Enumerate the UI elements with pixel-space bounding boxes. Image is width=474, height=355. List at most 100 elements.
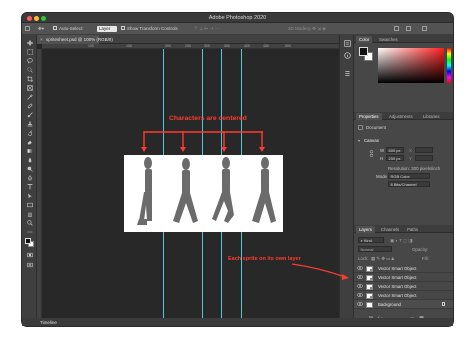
search-icon[interactable] xyxy=(394,26,399,31)
layer-row[interactable]: Vector Smart Object xyxy=(354,291,453,300)
auto-select-checkbox[interactable] xyxy=(53,26,57,30)
chevron-down-icon[interactable]: ▾ xyxy=(358,138,360,143)
marquee-tool-icon[interactable] xyxy=(26,48,33,55)
tab-adjustments[interactable]: Adjustments xyxy=(386,113,416,120)
zoom-tool-icon[interactable] xyxy=(26,219,33,226)
layer-row[interactable]: Vector Smart Object xyxy=(354,282,453,291)
lasso-tool-icon[interactable] xyxy=(26,57,33,64)
foreground-color-swatch[interactable] xyxy=(25,238,31,244)
share-icon[interactable] xyxy=(422,26,427,31)
workspace-icon[interactable] xyxy=(406,26,411,31)
pen-tool-icon[interactable] xyxy=(26,174,33,181)
fill-label: Fill: xyxy=(422,256,429,261)
annotation-arrows xyxy=(141,131,265,152)
layer-row[interactable]: Vector Smart Object xyxy=(354,264,453,273)
lock-icon[interactable] xyxy=(442,302,445,306)
height-label: H xyxy=(380,156,384,161)
canvas-width-input[interactable]: 600 px xyxy=(386,147,404,153)
tab-layers[interactable]: Layers xyxy=(356,226,375,233)
quick-select-tool-icon[interactable] xyxy=(26,66,33,73)
foreground-color-swatch[interactable] xyxy=(359,47,368,56)
eraser-tool-icon[interactable] xyxy=(26,138,33,145)
type-tool-icon[interactable] xyxy=(26,183,33,190)
layer-filter-icons[interactable]: ▣ ◐ T ▢ ◨ xyxy=(390,238,413,244)
canvas-section-title: Canvas xyxy=(364,138,379,143)
link-icon[interactable] xyxy=(369,150,374,157)
3d-mode-label: 3D Mode: xyxy=(288,26,308,31)
layer-name: Vector Smart Object xyxy=(378,293,417,299)
layer-row[interactable]: Vector Smart Object xyxy=(354,273,453,282)
rectangle-tool-icon[interactable] xyxy=(26,201,33,208)
layer-name: Vector Smart Object xyxy=(378,275,417,281)
timeline-tab[interactable]: Timeline xyxy=(40,320,57,325)
adjustments-panel-icon[interactable] xyxy=(344,70,351,77)
3d-mode-icons[interactable]: ◎ ✥ ⇲ ◈ xyxy=(307,26,326,32)
mode-label: Mode xyxy=(376,174,387,179)
quick-mask-icon[interactable] xyxy=(26,251,33,258)
document-area[interactable]: × spritesheet.psd @ 100% (RGB/8) 100 150… xyxy=(37,35,339,318)
dodge-tool-icon[interactable] xyxy=(26,165,33,172)
lock-icons[interactable]: ▦ ✎ ✥ ▭ 🔒︎ xyxy=(371,256,394,262)
title-bar: Adobe Photoshop 2020 xyxy=(22,13,453,23)
path-selection-tool-icon[interactable] xyxy=(26,192,33,199)
visibility-eye-icon[interactable] xyxy=(357,284,363,288)
history-panel-icon[interactable] xyxy=(344,40,351,47)
y-label: Y xyxy=(409,156,412,161)
auto-select-target-dropdown[interactable]: Layer xyxy=(97,25,117,32)
brush-tool-icon[interactable] xyxy=(26,111,33,118)
tab-color[interactable]: Color xyxy=(356,36,373,43)
info-panel-icon[interactable] xyxy=(344,52,351,59)
clone-stamp-tool-icon[interactable] xyxy=(26,120,33,127)
frame-tool-icon[interactable] xyxy=(26,84,33,91)
hand-tool-icon[interactable] xyxy=(26,210,33,217)
panel-icon-strip xyxy=(339,35,354,326)
hue-slider[interactable] xyxy=(447,48,451,83)
layer-row[interactable]: Background xyxy=(354,300,453,309)
layer-filter-kind-label: Kind xyxy=(363,238,372,243)
canvas-resolution: Resolution: 300 pixels/inch xyxy=(388,166,441,171)
canvas-y-input[interactable] xyxy=(415,155,433,161)
blend-mode-select[interactable]: Normal xyxy=(358,246,392,252)
x-label: X xyxy=(409,148,412,153)
tab-channels[interactable]: Channels xyxy=(378,226,402,233)
tab-libraries[interactable]: Libraries xyxy=(420,113,442,120)
move-tool-icon[interactable]: ✥▾ xyxy=(38,26,44,32)
opacity-label: Opacity: xyxy=(412,247,429,252)
layer-name: Vector Smart Object xyxy=(378,284,417,290)
gradient-tool-icon[interactable] xyxy=(26,147,33,154)
width-label: W xyxy=(380,148,385,153)
layer-filter-kind-select[interactable]: ⌕ Kind xyxy=(358,237,384,243)
show-transform-checkbox[interactable] xyxy=(121,26,125,30)
photoshop-window: Adobe Photoshop 2020 ✥▾ Auto-Select: Lay… xyxy=(22,13,453,326)
visibility-eye-icon[interactable] xyxy=(357,293,363,297)
tab-properties[interactable]: Properties xyxy=(356,113,382,120)
right-panels: Color Swatches Properties Adjustments Li… xyxy=(354,35,453,326)
home-icon[interactable] xyxy=(25,26,30,31)
bit-depth-select[interactable]: 8 Bits/Channel xyxy=(388,181,430,187)
healing-brush-tool-icon[interactable] xyxy=(26,102,33,109)
color-mode-select[interactable]: RGB Color xyxy=(388,173,430,179)
layer-thumbnail xyxy=(366,283,373,290)
layer-thumbnail xyxy=(366,274,373,281)
color-panel-tabs: Color Swatches xyxy=(354,35,453,43)
tools-panel xyxy=(22,35,37,326)
app-title: Adobe Photoshop 2020 xyxy=(208,14,267,21)
tab-paths[interactable]: Paths xyxy=(404,226,421,233)
layer-name: Vector Smart Object xyxy=(378,266,417,272)
move-tool-icon[interactable] xyxy=(26,39,33,46)
properties-panel-tabs: Properties Adjustments Libraries xyxy=(354,112,453,120)
tab-swatches[interactable]: Swatches xyxy=(376,36,401,43)
color-picker-field[interactable] xyxy=(378,48,444,83)
crop-tool-icon[interactable] xyxy=(26,75,33,82)
blur-tool-icon[interactable] xyxy=(26,156,33,163)
visibility-eye-icon[interactable] xyxy=(357,275,363,279)
visibility-eye-icon[interactable] xyxy=(357,266,363,270)
eyedropper-tool-icon[interactable] xyxy=(26,93,33,100)
canvas-height-input[interactable]: 200 px xyxy=(386,155,404,161)
history-brush-tool-icon[interactable] xyxy=(26,129,33,136)
visibility-eye-icon[interactable] xyxy=(357,302,363,306)
screen-mode-icon[interactable] xyxy=(26,261,33,268)
more-tools-icon[interactable] xyxy=(26,228,33,235)
align-icons[interactable]: ⊤ ⊥ ⊢ ⊣ ··· xyxy=(194,26,219,32)
canvas-x-input[interactable] xyxy=(415,147,433,153)
